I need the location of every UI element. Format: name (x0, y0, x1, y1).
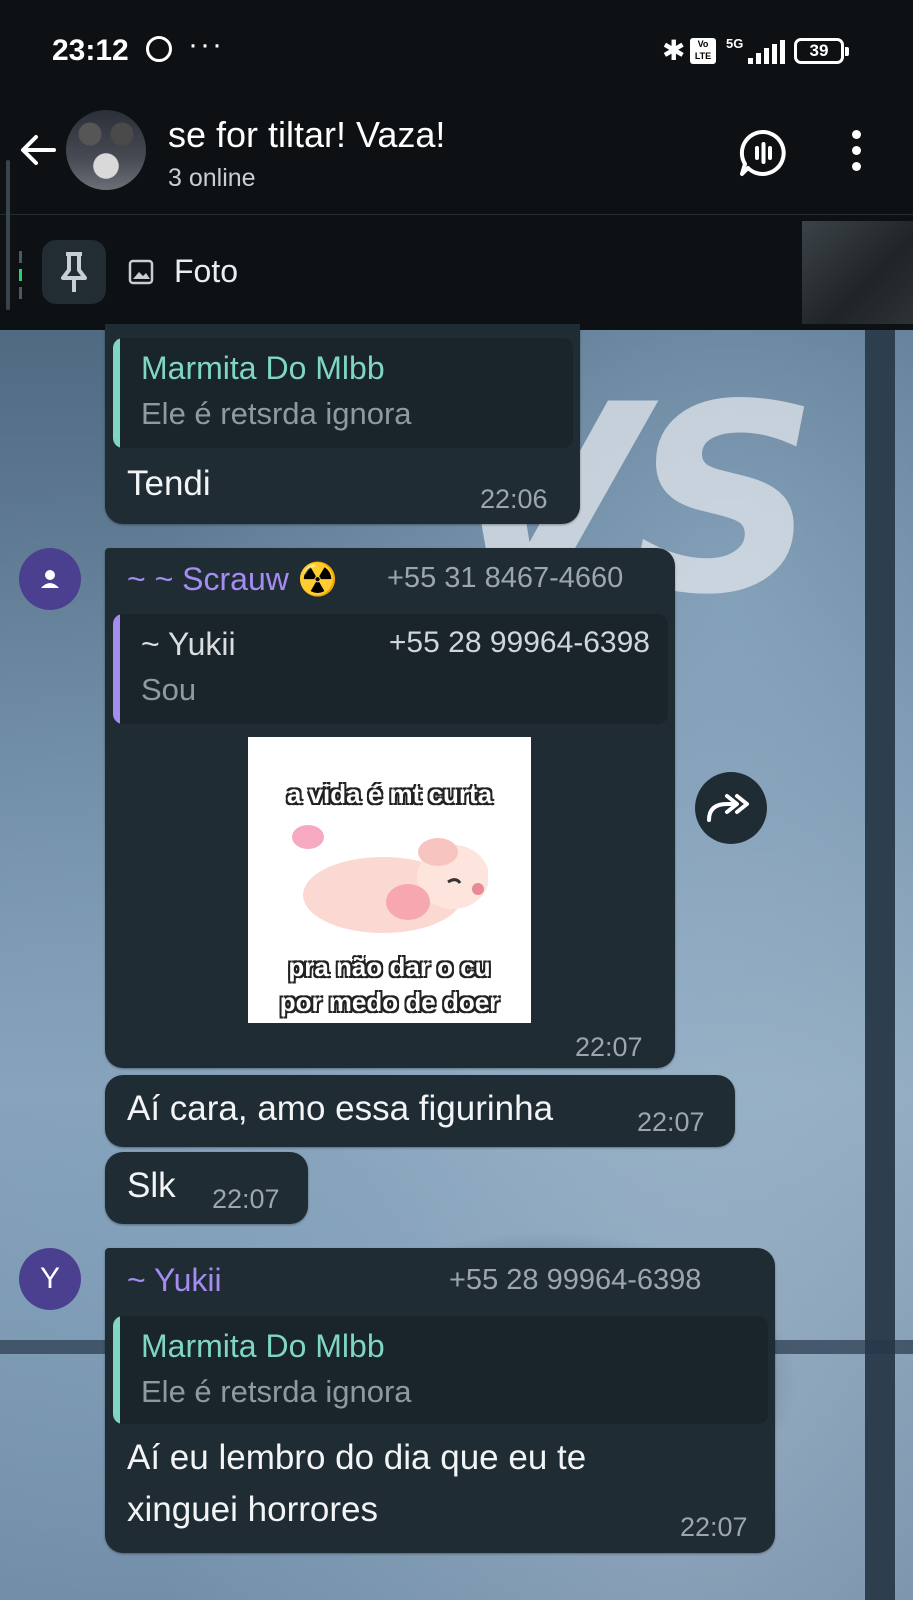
battery-icon: 39 (794, 38, 849, 64)
chat-header: se for tiltar! Vaza! 3 online (0, 100, 913, 215)
message-bubble[interactable]: Slk 22:07 (105, 1152, 308, 1224)
pin-icon (61, 252, 87, 292)
image-icon (128, 259, 154, 285)
quote-phone: +55 28 99964-6398 (388, 626, 650, 659)
quote-sender: ~ Yukii (141, 626, 236, 662)
message-time: 22:07 (212, 1184, 280, 1214)
quote-sender: Marmita Do Mlbb (141, 350, 385, 386)
pinned-indicator (19, 251, 22, 299)
sticker-dog-drawing (292, 825, 488, 933)
message-text-line-2: xinguei horrores (127, 1490, 378, 1529)
volte-icon: Vo LTE (690, 38, 716, 64)
more-options-icon[interactable] (846, 130, 866, 176)
reply-quote[interactable]: Marmita Do Mlbb Ele é retsrda ignora (113, 1316, 768, 1424)
message-text: Tendi (127, 464, 211, 503)
sticker-caption-middle: pra não dar o cu (288, 952, 491, 982)
sender-name[interactable]: ~ ~ Scrauw ☢️ (127, 560, 338, 598)
pin-button[interactable] (42, 240, 106, 304)
forward-icon (707, 794, 749, 822)
online-count: 3 online (168, 164, 256, 192)
network-type: 5G (726, 36, 744, 51)
sticker-caption-bottom: por medo de doer (279, 987, 500, 1017)
reply-quote[interactable]: ~ Yukii +55 28 99964-6398 Sou (113, 614, 668, 724)
status-time: 23:12 (52, 34, 129, 67)
sender-name[interactable]: ~ Yukii (127, 1262, 222, 1299)
sender-avatar[interactable]: Y (19, 1248, 81, 1310)
group-title[interactable]: se for tiltar! Vaza! (168, 114, 445, 156)
wallpaper-pole (865, 330, 895, 1600)
message-text: Aí cara, amo essa figurinha (127, 1089, 554, 1128)
message-time: 22:06 (480, 484, 548, 514)
sender-phone: +55 31 8467-4660 (387, 562, 624, 594)
more-notifications-icon: ··· (188, 28, 224, 61)
message-text: Slk (127, 1166, 176, 1205)
sender-phone: +55 28 99964-6398 (449, 1264, 702, 1296)
sticker-caption-top: a vida é mt curta (286, 779, 493, 809)
status-bar: 23:12 ··· ✱ Vo LTE 5G 39 (0, 0, 913, 100)
voice-chat-icon[interactable] (738, 128, 788, 178)
person-icon (41, 570, 59, 588)
reply-quote[interactable]: Marmita Do Mlbb Ele é retsrda ignora (113, 338, 573, 448)
message-time: 22:07 (680, 1512, 748, 1542)
whatsapp-icon (146, 36, 172, 62)
message-bubble[interactable]: Aí cara, amo essa figurinha 22:07 (105, 1075, 735, 1147)
group-avatar[interactable] (66, 110, 146, 190)
scroll-indicator (6, 160, 10, 310)
message-bubble[interactable]: Marmita Do Mlbb Ele é retsrda ignora Ten… (105, 324, 580, 524)
quote-text: Ele é retsrda ignora (141, 1374, 412, 1409)
sender-avatar[interactable] (19, 548, 81, 610)
back-arrow-icon[interactable] (16, 128, 60, 172)
pinned-text: Foto (174, 253, 239, 289)
message-time: 22:07 (575, 1032, 643, 1062)
message-bubble[interactable]: ~ Yukii +55 28 99964-6398 Marmita Do Mlb… (105, 1248, 775, 1553)
quote-text: Ele é retsrda ignora (141, 396, 412, 431)
pinned-message-bar[interactable]: Foto (0, 215, 913, 330)
message-time: 22:07 (637, 1107, 705, 1137)
message-text-line-1: Aí eu lembro do dia que eu te (127, 1438, 587, 1477)
quote-text: Sou (141, 672, 197, 707)
forward-button[interactable] (695, 772, 767, 844)
pinned-thumbnail (802, 221, 913, 324)
signal-icon (744, 40, 790, 64)
bluetooth-icon: ✱ (662, 35, 686, 66)
sticker-image[interactable]: a vida é mt curta pra não dar o cu por m… (248, 737, 531, 1023)
quote-sender: Marmita Do Mlbb (141, 1328, 385, 1364)
